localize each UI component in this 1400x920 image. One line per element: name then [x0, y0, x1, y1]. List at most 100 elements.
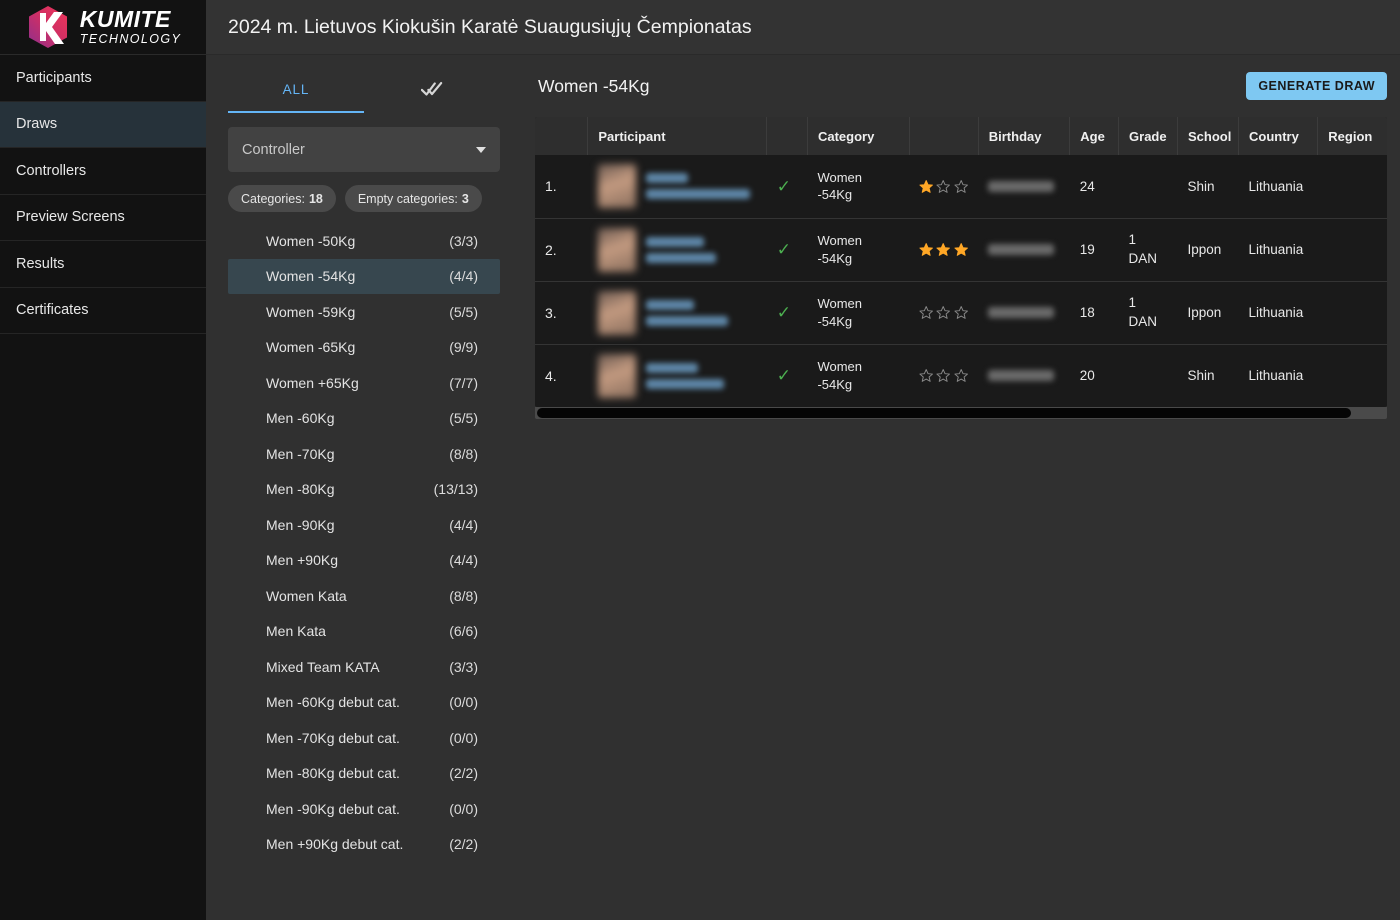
- category-list-item[interactable]: Men -80Kg debut cat.(2/2): [228, 756, 500, 792]
- scrollbar-thumb[interactable]: [537, 408, 1351, 418]
- category-list-item[interactable]: Mixed Team KATA(3/3): [228, 649, 500, 685]
- category-count: (3/3): [449, 233, 478, 249]
- participant-name[interactable]: [646, 237, 716, 263]
- col-region: Region: [1318, 117, 1387, 155]
- sidebar-item-certificates[interactable]: Certificates: [0, 288, 206, 335]
- table-row[interactable]: 4.✓Women -54Kg20ShinLithuania: [535, 344, 1387, 407]
- participant-cell[interactable]: [588, 155, 767, 218]
- category-list-item[interactable]: Women -59Kg(5/5): [228, 294, 500, 330]
- chip-label: Empty categories:: [358, 192, 458, 206]
- tab-all[interactable]: ALL: [228, 67, 364, 113]
- row-rating[interactable]: [909, 281, 978, 344]
- main-column: 2024 m. Lietuvos Kiokušin Karatė Suaugus…: [206, 0, 1400, 920]
- category-list-item[interactable]: Women +65Kg(7/7): [228, 365, 500, 401]
- category-name: Men -80Kg debut cat.: [266, 765, 400, 781]
- category-list-item[interactable]: Women -54Kg(4/4): [228, 259, 500, 295]
- done-all-icon: [421, 80, 443, 98]
- row-birthday: [978, 281, 1070, 344]
- category-list: Women -50Kg(3/3)Women -54Kg(4/4)Women -5…: [206, 223, 522, 862]
- sidebar-item-preview-screens[interactable]: Preview Screens: [0, 195, 206, 242]
- category-tabs: ALL: [206, 67, 522, 113]
- row-check[interactable]: ✓: [767, 344, 808, 407]
- tab-done-all[interactable]: [364, 67, 500, 113]
- participants-table-container: Participant Category Birthday Age Grade …: [535, 117, 1387, 407]
- category-count: (8/8): [449, 446, 478, 462]
- category-count: (6/6): [449, 623, 478, 639]
- sidebar-item-results[interactable]: Results: [0, 241, 206, 288]
- row-rating[interactable]: [909, 155, 978, 218]
- sidebar-item-draws[interactable]: Draws: [0, 102, 206, 149]
- category-count: (4/4): [449, 517, 478, 533]
- row-region: [1318, 155, 1387, 218]
- birthday-redacted: [988, 307, 1054, 318]
- brand-logo[interactable]: KUMITE TECHNOLOGY: [0, 0, 206, 55]
- participant-last-name-redacted: [646, 189, 750, 199]
- category-list-item[interactable]: Men -70Kg(8/8): [228, 436, 500, 472]
- table-row[interactable]: 2.✓Women -54Kg191DANIpponLithuania: [535, 218, 1387, 281]
- sidebar-item-label: Results: [16, 256, 64, 272]
- col-index: [535, 117, 588, 155]
- category-name: Women -59Kg: [266, 304, 355, 320]
- participant-name[interactable]: [646, 300, 728, 326]
- col-birthday: Birthday: [978, 117, 1070, 155]
- row-rating[interactable]: [909, 218, 978, 281]
- participant-cell[interactable]: [588, 344, 767, 407]
- participant-name[interactable]: [646, 363, 724, 389]
- participant-name[interactable]: [646, 173, 750, 199]
- avatar: [598, 164, 636, 208]
- col-age: Age: [1070, 117, 1119, 155]
- sidebar-item-participants[interactable]: Participants: [0, 55, 206, 102]
- generate-draw-button[interactable]: GENERATE DRAW: [1246, 72, 1387, 100]
- category-name: Men -60Kg debut cat.: [266, 694, 400, 710]
- category-name: Men +90Kg: [266, 552, 338, 568]
- tab-all-label: ALL: [283, 82, 310, 97]
- status-badge-categories[interactable]: Categories:18: [228, 185, 336, 212]
- category-list-item[interactable]: Men -70Kg debut cat.(0/0): [228, 720, 500, 756]
- participant-cell[interactable]: [588, 281, 767, 344]
- category-list-item[interactable]: Men -90Kg debut cat.(0/0): [228, 791, 500, 827]
- row-index: 4.: [535, 344, 588, 407]
- category-count: (5/5): [449, 410, 478, 426]
- sidebar-item-controllers[interactable]: Controllers: [0, 148, 206, 195]
- category-list-item[interactable]: Men +90Kg(4/4): [228, 543, 500, 579]
- row-region: [1318, 218, 1387, 281]
- row-age: 19: [1070, 218, 1119, 281]
- sidebar: KUMITE TECHNOLOGY Participants Draws Con…: [0, 0, 206, 920]
- category-list-item[interactable]: Women -50Kg(3/3): [228, 223, 500, 259]
- draw-header: Women -54Kg GENERATE DRAW: [522, 55, 1400, 117]
- row-check[interactable]: ✓: [767, 281, 808, 344]
- row-check[interactable]: ✓: [767, 155, 808, 218]
- participant-cell[interactable]: [588, 218, 767, 281]
- category-count: (0/0): [449, 730, 478, 746]
- category-list-item[interactable]: Men -90Kg(4/4): [228, 507, 500, 543]
- category-name: Men +90Kg debut cat.: [266, 836, 403, 852]
- row-grade: [1119, 344, 1178, 407]
- row-category: Women -54Kg: [807, 344, 909, 407]
- check-icon: ✓: [777, 303, 791, 322]
- controller-select[interactable]: Controller: [228, 127, 500, 172]
- participant-first-name-redacted: [646, 237, 704, 247]
- star-rating: [919, 178, 968, 195]
- category-count: (13/13): [434, 481, 478, 497]
- category-count: (9/9): [449, 339, 478, 355]
- row-rating[interactable]: [909, 344, 978, 407]
- row-check[interactable]: ✓: [767, 218, 808, 281]
- category-list-item[interactable]: Women Kata(8/8): [228, 578, 500, 614]
- category-list-item[interactable]: Men Kata(6/6): [228, 614, 500, 650]
- category-name: Women -54Kg: [266, 268, 355, 284]
- category-count: (0/0): [449, 694, 478, 710]
- content-area: ALL Controller: [206, 55, 1400, 920]
- category-list-item[interactable]: Men -60Kg(5/5): [228, 401, 500, 437]
- category-list-item[interactable]: Men +90Kg debut cat.(2/2): [228, 827, 500, 863]
- table-row[interactable]: 1.✓Women -54Kg24ShinLithuania: [535, 155, 1387, 218]
- birthday-redacted: [988, 181, 1054, 192]
- category-list-item[interactable]: Men -80Kg(13/13): [228, 472, 500, 508]
- horizontal-scrollbar[interactable]: [535, 407, 1387, 419]
- table-row[interactable]: 3.✓Women -54Kg181DANIpponLithuania: [535, 281, 1387, 344]
- category-list-item[interactable]: Women -65Kg(9/9): [228, 330, 500, 366]
- status-badge-empty-categories[interactable]: Empty categories:3: [345, 185, 482, 212]
- category-list-item[interactable]: Men -60Kg debut cat. (0/0): [228, 685, 500, 721]
- chip-value: 18: [309, 192, 323, 206]
- col-stars: [909, 117, 978, 155]
- sidebar-nav: Participants Draws Controllers Preview S…: [0, 55, 206, 334]
